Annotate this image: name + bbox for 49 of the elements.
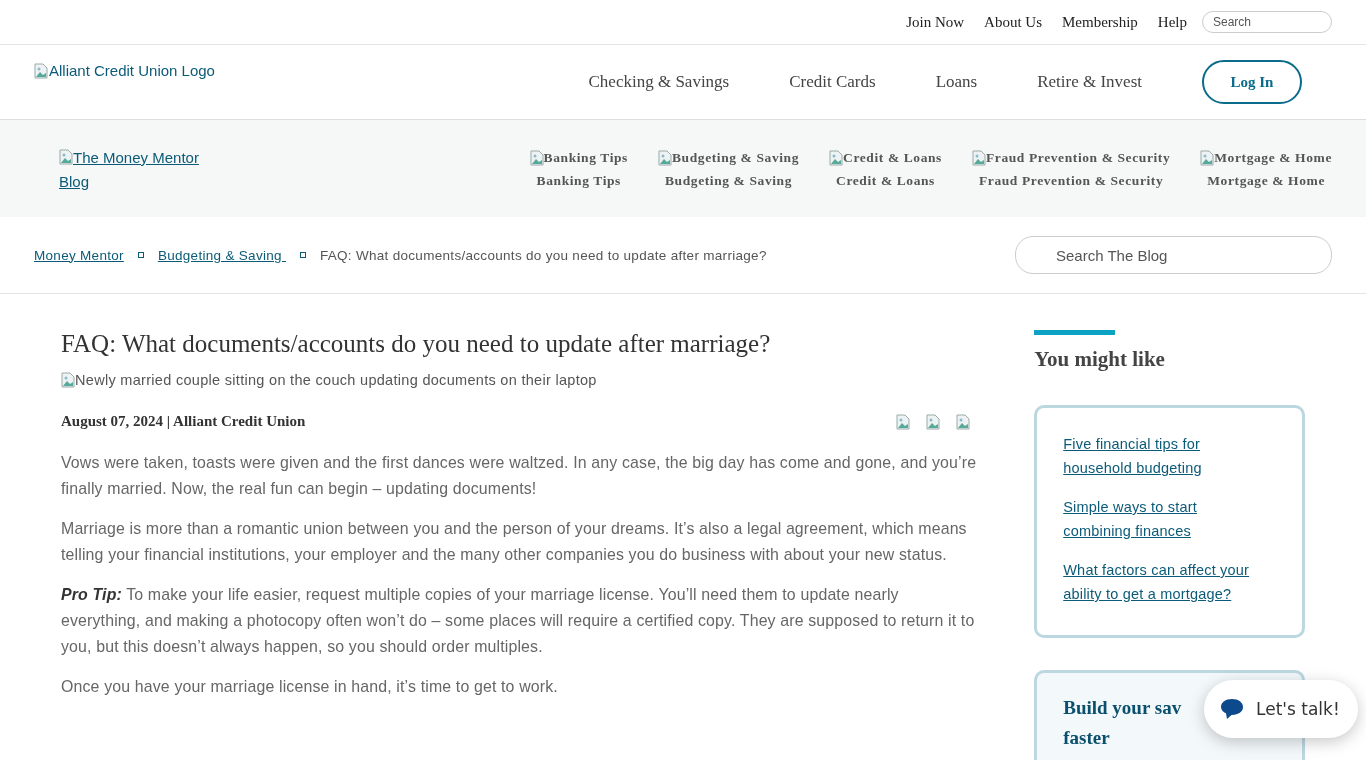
blog-logo-link[interactable]: The Money Mentor Blog (59, 146, 229, 194)
category-link[interactable]: Fraud Prevention & Security Fraud Prevention & Security (971, 146, 1171, 192)
nav-link[interactable]: Loans (935, 72, 978, 92)
utility-link[interactable]: Membership (1062, 13, 1138, 31)
promo-title: faster (1063, 726, 1110, 750)
share-icon[interactable] (956, 413, 971, 430)
paragraph: Marriage is more than a romantic union between you and the person of your dreams. It’s also a legal agreement, which means telling your financial institutions, your employer and the many other companies you do business with about your new status. (61, 518, 968, 566)
breadcrumb-link[interactable]: Budgeting & Saving (157, 247, 286, 263)
category-link[interactable]: Mortgage & Home Mortgage & Home (1200, 146, 1332, 192)
broken-image-icon (529, 149, 544, 166)
article-title: FAQ: What documents/accounts do you need to update after marriage? (61, 330, 772, 358)
chat-icon (1220, 697, 1244, 721)
broken-image-icon (61, 372, 75, 388)
related-link[interactable]: Simple ways to start combining finances (1063, 495, 1268, 543)
nav-link[interactable]: Credit Cards (789, 72, 876, 92)
separator-icon (137, 252, 144, 258)
broken-image-icon (1200, 149, 1215, 166)
utility-link[interactable]: Join Now (906, 13, 965, 31)
breadcrumb-current: FAQ: What documents/accounts do you need to update after marriage? (319, 247, 767, 263)
byline: August 07, 2024 | Alliant Credit Union (61, 413, 306, 430)
paragraph: Pro Tip: To make your life easier, request multiple copies of your marriage license. You’ll need them to update nearly everything, and making a photocopy often won’t do – some places will require a certified copy. They are supposed to return it to you, but this doesn’t always happen, so you should order multiples. (61, 584, 976, 658)
image-alt-text: Newly married couple sitting on the couch updating documents on their laptop (61, 372, 977, 388)
related-link[interactable]: Five financial tips for household budgeting (1063, 432, 1268, 480)
utility-link[interactable]: Help (1157, 13, 1187, 31)
category-link[interactable]: Budgeting & Saving Budgeting & Saving (657, 146, 800, 192)
broken-image-icon (971, 149, 986, 166)
logo-link[interactable]: Alliant Credit Union Logo (34, 62, 589, 79)
broken-image-icon (657, 149, 672, 166)
related-link[interactable]: What factors can affect your ability to get a mortgage? (1063, 558, 1268, 606)
broken-image-icon (34, 62, 48, 79)
sidebar-heading: You might like (1034, 347, 1166, 372)
nav-link[interactable]: Checking & Savings (588, 72, 730, 92)
paragraph: Once you have your marriage license in hand, it’s time to get to work. (61, 676, 559, 697)
broken-image-icon (829, 149, 844, 166)
search-field[interactable]: Search (1202, 11, 1332, 33)
chat-button[interactable]: Let's talk! (1204, 680, 1358, 738)
blog-search-field[interactable]: Search The Blog (1015, 236, 1332, 274)
separator-icon (299, 252, 306, 258)
login-button[interactable]: Log In (1202, 60, 1302, 104)
promo-title: Build your sav (1063, 696, 1182, 720)
category-link[interactable]: Credit & Loans Credit & Loans (829, 146, 942, 192)
share-icon[interactable] (926, 413, 941, 430)
broken-image-icon (59, 149, 73, 165)
share-icon[interactable] (896, 413, 911, 430)
nav-link[interactable]: Retire & Invest (1037, 72, 1142, 92)
category-link[interactable]: Banking Tips Banking Tips (529, 146, 628, 192)
paragraph: Vows were taken, toasts were given and the first dances were waltzed. In any case, the big day has come and gone, and you’re finally married. Now, the real fun can begin – updating documents! (61, 453, 977, 500)
breadcrumb-link[interactable]: Money Mentor (34, 247, 124, 263)
utility-link[interactable]: About Us (984, 13, 1042, 31)
